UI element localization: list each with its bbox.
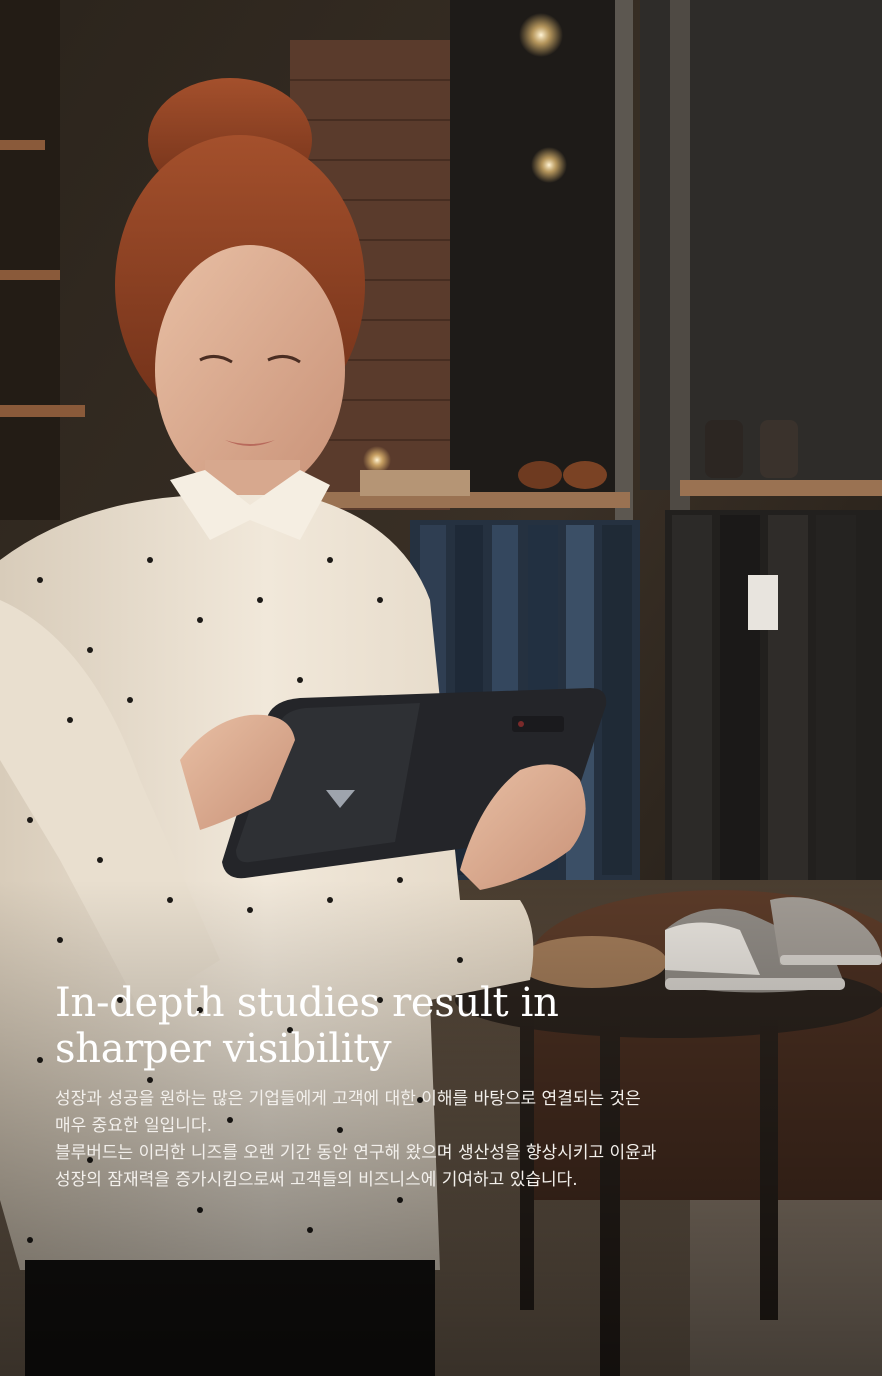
- description-line: 성장의 잠재력을 증가시킴으로써 고객들의 비즈니스에 기여하고 있습니다.: [55, 1170, 578, 1190]
- hero-headline: In-depth studies result in sharper visib…: [55, 980, 559, 1072]
- description-line: 성장과 성공을 원하는 많은 기업들에게 고객에 대한 이해를 바탕으로 연결되…: [55, 1089, 641, 1109]
- hero-banner: In-depth studies result in sharper visib…: [0, 0, 882, 1376]
- description-line: 블루버드는 이러한 니즈를 오랜 기간 동안 연구해 왔으며 생산성을 향상시키…: [55, 1143, 657, 1163]
- hero-caption: In-depth studies result in sharper visib…: [55, 980, 855, 1194]
- hero-description: 성장과 성공을 원하는 많은 기업들에게 고객에 대한 이해를 바탕으로 연결되…: [55, 1086, 855, 1194]
- description-line: 매우 중요한 일입니다.: [55, 1116, 212, 1136]
